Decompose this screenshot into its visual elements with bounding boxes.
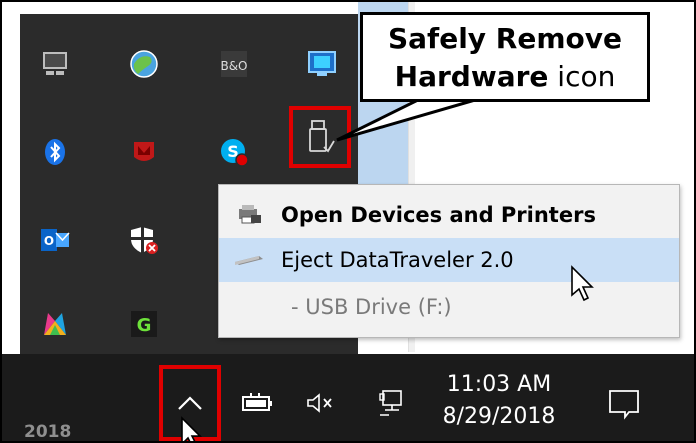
taskbar-clock[interactable]: 11:03 AM 8/29/2018	[434, 370, 564, 434]
eject-context-menu: Open Devices and Printers Eject DataTrav…	[218, 184, 680, 338]
taskbar	[2, 354, 694, 441]
volume-muted-icon[interactable]	[302, 388, 338, 418]
mouse-cursor-icon	[180, 416, 208, 441]
network-icon[interactable]	[374, 386, 410, 420]
menu-item-eject-label: Eject DataTraveler 2.0	[281, 248, 514, 272]
outlook-icon[interactable]: O	[35, 220, 75, 260]
color-app-icon[interactable]	[35, 304, 75, 344]
chevron-up-icon	[178, 396, 202, 410]
taskbar-year-fragment: 2018	[24, 422, 72, 442]
menu-item-usb-drive: - USB Drive (F:)	[219, 285, 679, 329]
green-g-icon[interactable]: G	[124, 304, 164, 344]
outlook-icon-text: O	[44, 234, 54, 248]
usb-drive-icon	[229, 253, 269, 267]
defender-icon[interactable]	[124, 220, 164, 260]
clock-date: 8/29/2018	[442, 404, 556, 429]
menu-item-usb-drive-label: - USB Drive (F:)	[291, 295, 452, 319]
callout-box: Safely Remove Hardware icon	[360, 12, 650, 102]
screenshot-frame: B&O S O G Open Devices and Printers Ejec…	[0, 0, 696, 443]
menu-item-open-devices-label: Open Devices and Printers	[281, 203, 596, 227]
svg-text:G: G	[137, 315, 152, 336]
notifications-icon[interactable]	[602, 384, 646, 424]
menu-item-eject[interactable]: Eject DataTraveler 2.0	[219, 238, 679, 282]
printer-icon	[229, 203, 269, 227]
mouse-cursor-icon	[570, 265, 596, 307]
clock-time: 11:03 AM	[446, 372, 552, 397]
callout-line1: Safely Remove	[387, 22, 623, 55]
callout-line2: Hardware icon	[394, 60, 616, 93]
battery-icon[interactable]	[240, 388, 276, 418]
